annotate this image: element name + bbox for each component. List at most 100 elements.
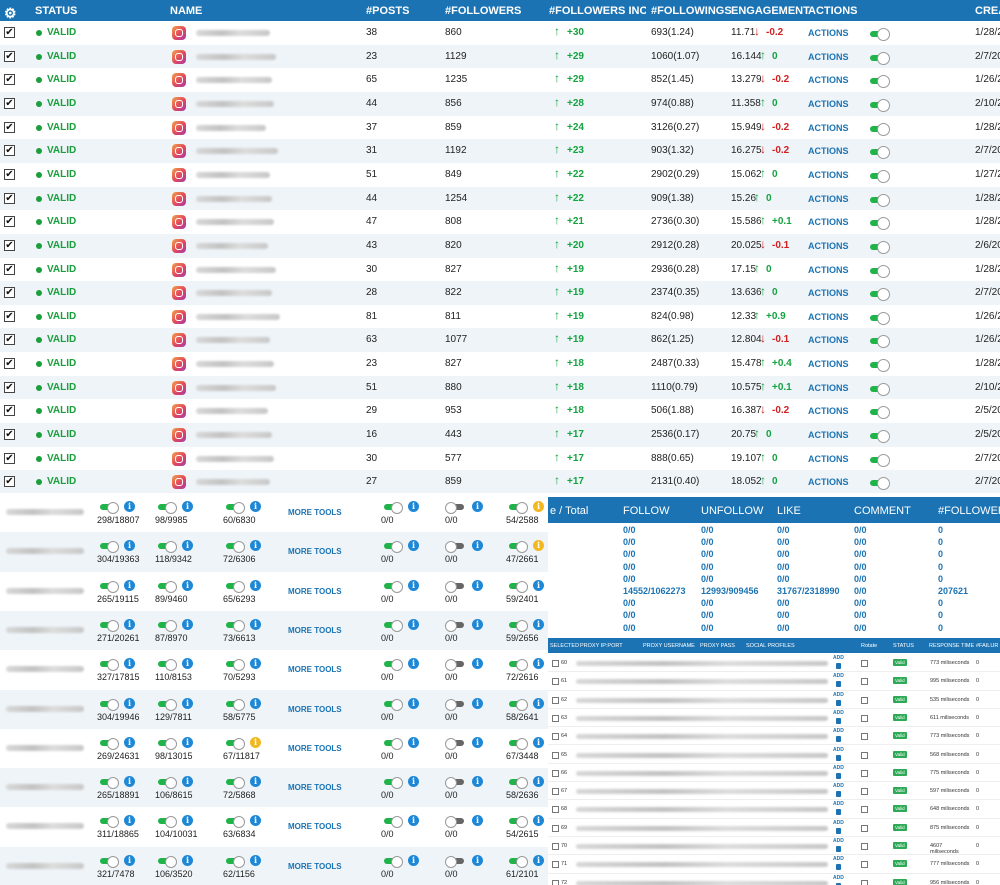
delete-icon[interactable] xyxy=(836,791,841,798)
account-toggle[interactable] xyxy=(866,430,890,444)
rotate-checkbox[interactable] xyxy=(861,678,868,686)
rotate-checkbox[interactable] xyxy=(861,843,868,850)
actions-link[interactable]: ACTIONS xyxy=(808,28,849,38)
feature-toggle[interactable] xyxy=(506,619,528,632)
actions-link[interactable]: ACTIONS xyxy=(808,359,849,369)
info-icon[interactable]: i xyxy=(408,501,419,512)
feature-toggle[interactable] xyxy=(155,619,177,632)
info-icon[interactable]: i xyxy=(124,697,135,709)
feature-toggle[interactable] xyxy=(97,502,119,514)
info-icon[interactable]: i xyxy=(124,501,135,512)
info-icon[interactable]: i xyxy=(250,697,261,709)
account-toggle[interactable] xyxy=(866,335,890,349)
actions-link[interactable]: ACTIONS xyxy=(808,288,849,298)
feature-toggle[interactable] xyxy=(155,580,177,593)
account-name-redacted[interactable] xyxy=(6,666,84,673)
proxy-select-checkbox[interactable] xyxy=(552,751,559,759)
delete-icon[interactable] xyxy=(836,809,841,816)
row-checkbox[interactable]: ✔ xyxy=(4,27,15,38)
proxy-select-checkbox[interactable] xyxy=(552,660,559,667)
add-profile-link[interactable]: ADD xyxy=(833,856,844,862)
feature-toggle[interactable] xyxy=(97,816,119,829)
account-toggle[interactable] xyxy=(866,75,890,89)
feature-toggle[interactable] xyxy=(97,580,119,593)
more-tools-link[interactable]: MORE TOOLS xyxy=(288,665,342,674)
info-icon[interactable]: i xyxy=(250,815,261,827)
account-toggle[interactable] xyxy=(866,311,890,325)
proxy-select-checkbox[interactable] xyxy=(552,824,559,832)
row-checkbox[interactable]: ✔ xyxy=(4,50,15,62)
delete-icon[interactable] xyxy=(836,846,841,852)
feature-toggle[interactable] xyxy=(445,580,465,593)
proxy-address-redacted[interactable] xyxy=(576,862,828,868)
account-toggle[interactable] xyxy=(866,264,890,278)
info-icon[interactable]: i xyxy=(182,736,193,748)
header-name[interactable]: NAME xyxy=(170,5,202,17)
info-icon[interactable]: i xyxy=(250,776,261,788)
feature-toggle[interactable] xyxy=(381,855,403,868)
feature-toggle[interactable] xyxy=(381,619,403,632)
header-status[interactable]: STATUS xyxy=(35,5,77,17)
proxy-address-redacted[interactable] xyxy=(576,734,828,740)
proxy-select-checkbox[interactable] xyxy=(552,678,559,686)
feature-toggle[interactable] xyxy=(223,502,245,514)
add-profile-link[interactable]: ADD xyxy=(833,783,844,789)
proxy-select-checkbox[interactable] xyxy=(552,714,559,722)
account-name-redacted[interactable] xyxy=(196,384,276,391)
add-profile-link[interactable]: ADD xyxy=(833,655,844,661)
account-name-redacted[interactable] xyxy=(6,784,84,791)
row-checkbox[interactable]: ✔ xyxy=(4,263,15,275)
feature-toggle[interactable] xyxy=(381,816,403,829)
info-icon[interactable]: i xyxy=(408,579,419,591)
feature-toggle[interactable] xyxy=(97,659,119,672)
info-icon[interactable]: i xyxy=(472,579,483,591)
info-icon[interactable]: i xyxy=(182,501,193,512)
proxy-header-profiles[interactable]: SOCIAL PROFILES xyxy=(746,643,795,649)
proxy-select-checkbox[interactable] xyxy=(552,879,559,885)
feature-toggle[interactable] xyxy=(445,541,465,554)
header-followers-increase[interactable]: #FOLLOWERS INCREA xyxy=(549,5,646,17)
info-icon[interactable]: i xyxy=(472,815,483,827)
more-tools-link[interactable]: MORE TOOLS xyxy=(288,587,342,596)
feature-toggle[interactable] xyxy=(506,502,528,514)
info-icon[interactable]: i xyxy=(250,579,261,591)
account-name-redacted[interactable] xyxy=(196,266,276,273)
info-icon[interactable]: i xyxy=(250,658,261,670)
proxy-select-checkbox[interactable] xyxy=(552,769,559,777)
account-toggle[interactable] xyxy=(866,51,890,65)
info-icon[interactable]: i xyxy=(124,854,135,866)
account-toggle[interactable] xyxy=(866,146,890,160)
feature-toggle[interactable] xyxy=(381,777,403,790)
info-icon[interactable]: i xyxy=(472,540,483,552)
delete-icon[interactable] xyxy=(836,864,841,871)
actions-link[interactable]: ACTIONS xyxy=(808,430,849,440)
add-profile-link[interactable]: ADD xyxy=(833,765,844,771)
warning-icon[interactable]: i xyxy=(250,736,261,748)
account-name-redacted[interactable] xyxy=(6,705,84,712)
proxy-header-rotate[interactable]: Rotate xyxy=(861,643,877,649)
info-icon[interactable]: i xyxy=(472,776,483,788)
info-icon[interactable]: i xyxy=(182,618,193,630)
info-icon[interactable]: i xyxy=(408,540,419,552)
rotate-checkbox[interactable] xyxy=(861,733,868,741)
actions-link[interactable]: ACTIONS xyxy=(808,194,849,204)
info-icon[interactable]: i xyxy=(182,776,193,788)
feature-toggle[interactable] xyxy=(381,502,403,514)
row-checkbox[interactable]: ✔ xyxy=(4,216,15,228)
account-name-redacted[interactable] xyxy=(196,100,274,107)
account-toggle[interactable] xyxy=(866,288,890,302)
add-profile-link[interactable]: ADD xyxy=(833,801,844,807)
actions-link[interactable]: ACTIONS xyxy=(808,217,849,227)
feature-toggle[interactable] xyxy=(506,541,528,554)
feature-toggle[interactable] xyxy=(506,580,528,593)
feature-toggle[interactable] xyxy=(155,659,177,672)
feature-toggle[interactable] xyxy=(97,737,119,750)
header-created[interactable]: CREA xyxy=(975,5,1000,17)
more-tools-link[interactable]: MORE TOOLS xyxy=(288,626,342,635)
feature-toggle[interactable] xyxy=(381,737,403,750)
info-icon[interactable]: i xyxy=(533,697,544,709)
info-icon[interactable]: i xyxy=(182,854,193,866)
delete-icon[interactable] xyxy=(836,699,841,706)
feature-toggle[interactable] xyxy=(381,659,403,672)
account-name-redacted[interactable] xyxy=(196,77,272,84)
